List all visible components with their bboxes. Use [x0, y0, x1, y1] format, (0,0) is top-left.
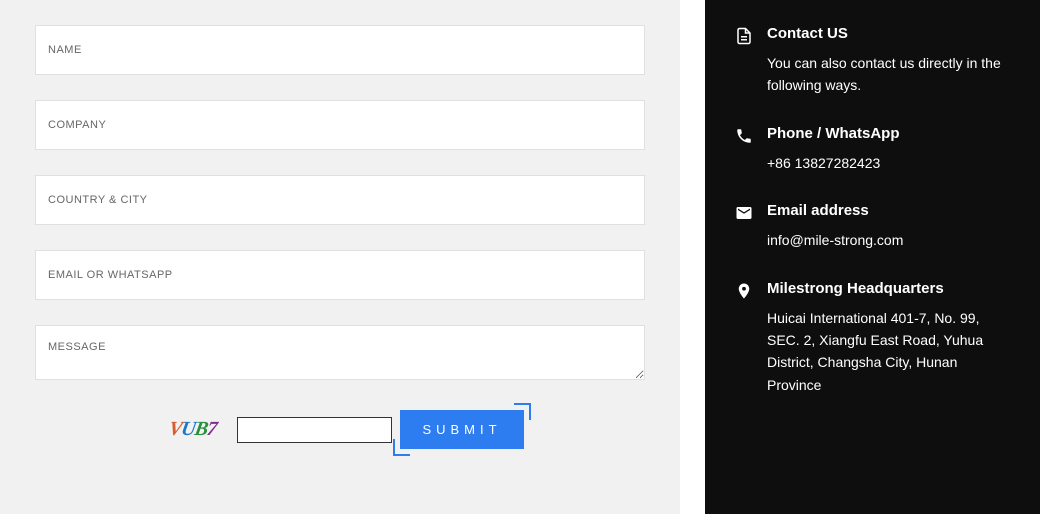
submit-wrap: SUBMIT	[400, 410, 523, 449]
contact-text: +86 13827282423	[767, 152, 1010, 174]
message-field[interactable]	[35, 325, 645, 380]
company-field[interactable]	[35, 100, 645, 150]
contact-text: You can also contact us directly in the …	[767, 52, 1010, 97]
contact-item-general: Contact US You can also contact us direc…	[735, 25, 1010, 97]
contact-item-phone: Phone / WhatsApp +86 13827282423	[735, 125, 1010, 174]
email-whatsapp-field[interactable]	[35, 250, 645, 300]
contact-title: Phone / WhatsApp	[767, 125, 1010, 142]
phone-icon	[735, 127, 753, 145]
contact-item-address: Milestrong Headquarters Huicai Internati…	[735, 280, 1010, 397]
name-field[interactable]	[35, 25, 645, 75]
contact-text: Huicai International 401-7, No. 99, SEC.…	[767, 307, 1010, 397]
submit-button[interactable]: SUBMIT	[400, 410, 523, 449]
captcha-input[interactable]	[237, 417, 392, 443]
contact-form-panel: VUB7 SUBMIT	[0, 0, 680, 514]
captcha-row: VUB7 SUBMIT	[35, 410, 645, 449]
contact-title: Email address	[767, 202, 1010, 219]
contact-info-panel: Contact US You can also contact us direc…	[705, 0, 1040, 514]
contact-item-email: Email address info@mile-strong.com	[735, 202, 1010, 251]
country-city-field[interactable]	[35, 175, 645, 225]
contact-text: info@mile-strong.com	[767, 229, 1010, 251]
captcha-image: VUB7	[156, 417, 229, 443]
contact-title: Contact US	[767, 25, 1010, 42]
captcha-text: VUB7	[167, 418, 218, 441]
document-icon	[735, 27, 753, 45]
location-icon	[735, 282, 753, 300]
email-icon	[735, 204, 753, 222]
contact-title: Milestrong Headquarters	[767, 280, 1010, 297]
